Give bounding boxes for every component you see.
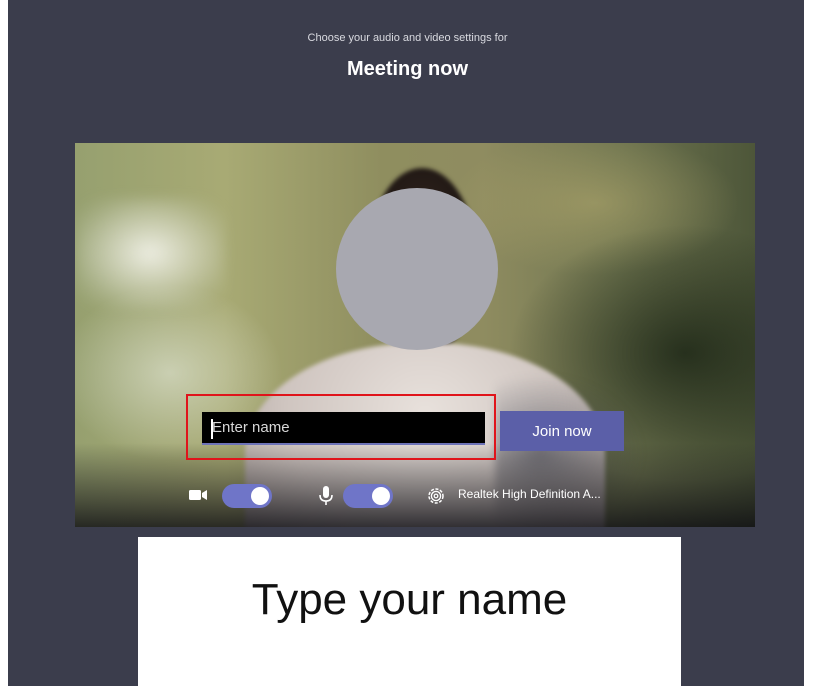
face-redaction-circle (336, 188, 498, 350)
camera-toggle-knob (251, 487, 269, 505)
audio-device-label[interactable]: Realtek High Definition A... (458, 487, 601, 501)
microphone-toggle-knob (372, 487, 390, 505)
camera-icon (188, 487, 208, 503)
page-subtitle: Choose your audio and video settings for (307, 32, 508, 44)
caption-card: Type your name (138, 537, 681, 686)
background-lamp (75, 198, 225, 308)
video-preview: Join now (75, 143, 755, 527)
microphone-icon (318, 485, 334, 507)
annotation-highlight-box (186, 394, 496, 460)
meeting-title: Meeting now (346, 58, 469, 80)
device-controls: Realtek High Definition A... (188, 481, 748, 511)
caption-text: Type your name (251, 575, 568, 624)
pre-join-screen: Choose your audio and video settings for… (8, 0, 804, 686)
gear-icon[interactable] (426, 486, 446, 506)
join-now-button[interactable]: Join now (500, 411, 624, 451)
microphone-toggle[interactable] (343, 484, 393, 508)
screenshot-frame: Choose your audio and video settings for… (8, 0, 813, 686)
camera-toggle[interactable] (222, 484, 272, 508)
